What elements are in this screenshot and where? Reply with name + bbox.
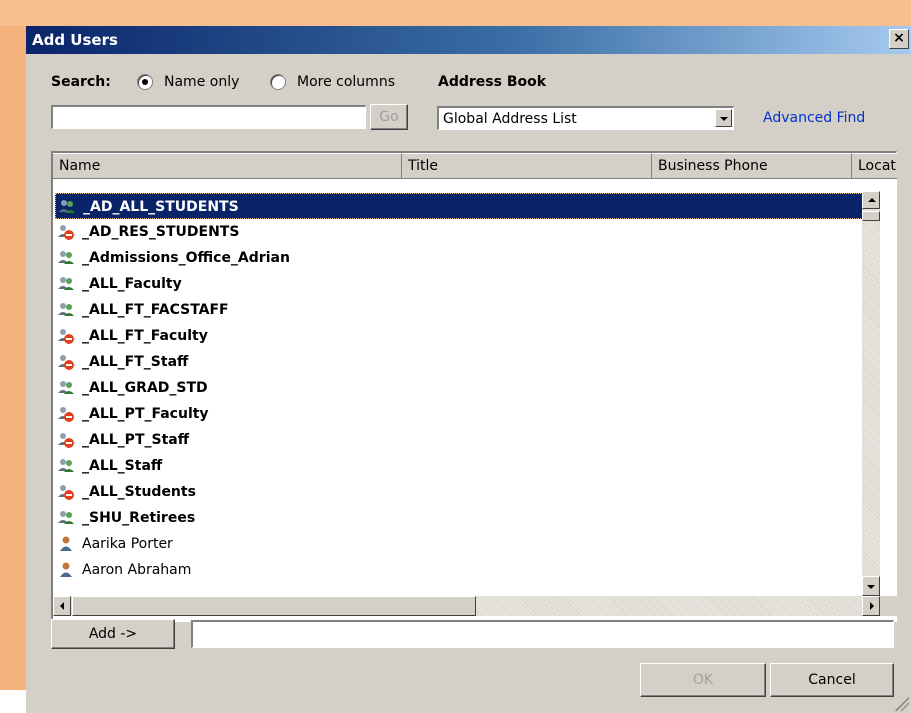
group-icon <box>57 301 75 319</box>
address-book-selected: Global Address List <box>443 111 577 127</box>
restricted-group-icon <box>57 483 75 501</box>
group-icon <box>57 457 75 475</box>
address-list[interactable]: Name Title Business Phone Locatio _AD_AL… <box>51 151 898 622</box>
list-item-name: _ALL_PT_Staff <box>82 432 190 448</box>
dropdown-button[interactable] <box>715 109 732 127</box>
list-item[interactable]: _AD_RES_STUDENTS <box>55 219 862 245</box>
radio-name-only-label[interactable]: Name only <box>164 74 239 90</box>
scroll-down-icon <box>867 585 875 589</box>
list-item-name: Aarika Porter <box>82 536 173 552</box>
chevron-down-icon <box>720 117 728 121</box>
scroll-left-button[interactable] <box>53 596 71 616</box>
restricted-group-icon <box>57 431 75 449</box>
list-item-name: Aaron Abraham <box>82 562 192 578</box>
search-input[interactable] <box>51 105 366 129</box>
close-button[interactable]: × <box>889 29 909 49</box>
list-item[interactable]: _ALL_Staff <box>55 453 862 479</box>
list-item-name: _SHU_Retirees <box>82 510 196 526</box>
advanced-find-link[interactable]: Advanced Find <box>763 110 865 126</box>
list-item[interactable]: _ALL_Students <box>55 479 862 505</box>
group-icon <box>57 379 75 397</box>
column-header-business-phone[interactable]: Business Phone <box>652 153 852 179</box>
column-header-location[interactable]: Locatio <box>852 153 897 179</box>
ok-button[interactable]: OK <box>640 663 766 697</box>
restricted-group-icon <box>57 223 75 241</box>
scroll-up-icon <box>868 198 876 202</box>
restricted-group-icon <box>57 353 75 371</box>
group-icon <box>57 275 75 293</box>
add-users-dialog: Add Users × Search: Name only More colum… <box>26 26 911 713</box>
dialog-title: Add Users <box>32 31 118 49</box>
scroll-left-icon <box>60 602 64 610</box>
list-item-name: _AD_RES_STUDENTS <box>82 224 240 240</box>
desktop-top-strip <box>0 0 911 26</box>
cancel-button[interactable]: Cancel <box>770 663 894 697</box>
group-icon <box>58 198 76 216</box>
list-item-name: _ALL_PT_Faculty <box>82 406 209 422</box>
list-item[interactable]: _ALL_FT_Staff <box>55 349 862 375</box>
list-item[interactable]: _ALL_PT_Faculty <box>55 401 862 427</box>
user-icon <box>57 535 75 553</box>
column-header-name[interactable]: Name <box>53 153 402 179</box>
radio-more-columns-label[interactable]: More columns <box>297 74 395 90</box>
restricted-group-icon <box>57 327 75 345</box>
list-item[interactable]: _ALL_Faculty <box>55 271 862 297</box>
scrollbar-corner <box>880 596 898 616</box>
selected-users-field[interactable] <box>191 620 894 648</box>
scroll-right-button[interactable] <box>862 596 880 616</box>
list-item[interactable]: _ALL_PT_Staff <box>55 427 862 453</box>
list-item-name: _Admissions_Office_Adrian <box>82 250 290 266</box>
address-book-dropdown[interactable]: Global Address List <box>437 106 734 130</box>
list-item[interactable]: _ALL_FT_Faculty <box>55 323 862 349</box>
title-bar[interactable]: Add Users × <box>26 26 911 54</box>
radio-selected-dot <box>142 79 148 85</box>
search-label: Search: <box>51 74 111 90</box>
address-book-label: Address Book <box>438 74 547 90</box>
list-item[interactable]: _ALL_GRAD_STD <box>55 375 862 401</box>
list-item[interactable]: _SHU_Retirees <box>55 505 862 531</box>
scroll-right-icon <box>870 602 874 610</box>
column-header-title[interactable]: Title <box>402 153 652 179</box>
list-rows: _AD_ALL_STUDENTS _AD_RES_STUDENTS _Admissi… <box>53 191 862 596</box>
go-button[interactable]: Go <box>370 104 408 130</box>
restricted-group-icon <box>57 405 75 423</box>
radio-name-only[interactable] <box>137 74 153 90</box>
horizontal-scroll-thumb[interactable] <box>72 596 476 616</box>
list-item[interactable]: Aaron Abraham <box>55 557 862 583</box>
list-item-name: _ALL_GRAD_STD <box>82 380 208 396</box>
group-icon <box>57 249 75 267</box>
list-item-name: _ALL_FT_Faculty <box>82 328 208 344</box>
list-item-name: _ALL_Students <box>82 484 196 500</box>
list-item[interactable]: _AD_ALL_STUDENTS <box>55 193 862 219</box>
radio-more-columns[interactable] <box>270 74 286 90</box>
group-icon <box>57 509 75 527</box>
vertical-scroll-thumb[interactable] <box>862 211 880 221</box>
list-item-name: _ALL_FT_Staff <box>82 354 189 370</box>
resize-grip[interactable] <box>895 697 909 711</box>
vertical-scrollbar[interactable] <box>862 191 880 596</box>
user-icon <box>57 561 75 579</box>
list-item[interactable]: Aarika Porter <box>55 531 862 557</box>
list-item-name: _ALL_Staff <box>82 458 163 474</box>
list-item-name: _ALL_Faculty <box>82 276 182 292</box>
list-item-name: _AD_ALL_STUDENTS <box>83 199 239 215</box>
close-icon: × <box>893 30 905 46</box>
horizontal-scrollbar[interactable] <box>53 596 880 616</box>
scroll-down-button[interactable] <box>862 576 880 596</box>
add-button[interactable]: Add -> <box>51 619 175 649</box>
scroll-up-button[interactable] <box>862 191 880 209</box>
list-item[interactable]: _Admissions_Office_Adrian <box>55 245 862 271</box>
list-item[interactable]: _ALL_FT_FACSTAFF <box>55 297 862 323</box>
list-item-name: _ALL_FT_FACSTAFF <box>82 302 229 318</box>
